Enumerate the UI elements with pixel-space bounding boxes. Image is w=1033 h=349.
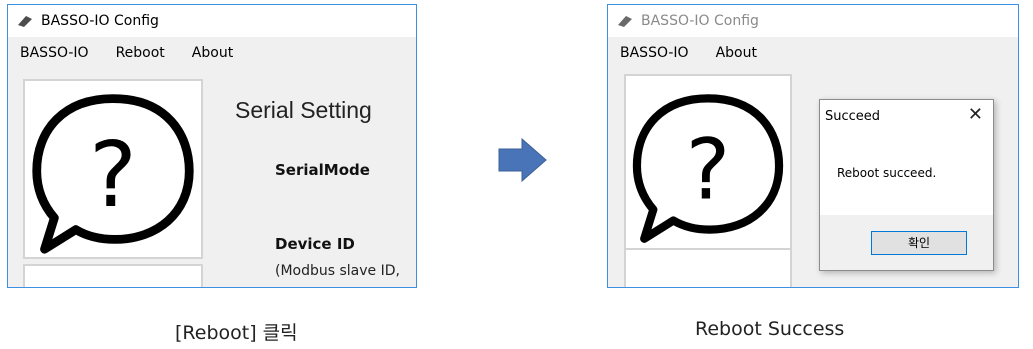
question-bubble-icon: ?	[32, 94, 194, 254]
close-icon[interactable]: ✕	[968, 104, 983, 125]
svg-text:?: ?	[686, 121, 731, 219]
secondary-panel	[624, 248, 792, 287]
secondary-panel	[23, 264, 203, 287]
menu-reboot[interactable]: Reboot	[116, 45, 165, 61]
app-icon	[16, 14, 34, 28]
dialog-message: Reboot succeed.	[837, 166, 937, 180]
caption-before: [Reboot] 클릭	[175, 322, 298, 344]
menu-about[interactable]: About	[716, 45, 757, 61]
device-id-note: (Modbus slave ID,	[275, 263, 400, 279]
title-bar: BASSO-IO Config	[8, 5, 416, 37]
caption-after: Reboot Success	[695, 318, 845, 340]
menu-basso-io[interactable]: BASSO-IO	[20, 45, 89, 61]
menu-about[interactable]: About	[192, 45, 233, 61]
serial-mode-label: SerialMode	[275, 161, 370, 179]
app-icon	[616, 14, 634, 28]
window-title: BASSO-IO Config	[641, 13, 759, 29]
title-bar: BASSO-IO Config	[608, 5, 1018, 37]
ok-button[interactable]: 확인	[871, 231, 967, 255]
help-icon-panel[interactable]: ?	[624, 74, 792, 254]
serial-setting-heading: Serial Setting	[235, 97, 372, 123]
right-arrow-icon	[498, 138, 547, 182]
dialog-title: Succeed	[825, 109, 881, 124]
window-title: BASSO-IO Config	[41, 13, 159, 29]
succeed-dialog: Succeed ✕ Reboot succeed. 확인	[819, 99, 994, 271]
config-window-before: BASSO-IO Config BASSO-IO Reboot About ? …	[7, 4, 417, 288]
device-id-label: Device ID	[275, 235, 355, 253]
dialog-footer: 확인	[820, 215, 993, 270]
menu-bar: BASSO-IO Reboot About	[8, 37, 416, 68]
menu-bar: BASSO-IO About	[608, 37, 1018, 68]
svg-text:?: ?	[89, 124, 137, 228]
help-icon-panel[interactable]: ?	[23, 79, 203, 259]
config-window-after: BASSO-IO Config BASSO-IO About ? Succeed…	[607, 4, 1019, 288]
question-bubble-icon: ?	[632, 94, 784, 243]
menu-basso-io[interactable]: BASSO-IO	[620, 45, 689, 61]
